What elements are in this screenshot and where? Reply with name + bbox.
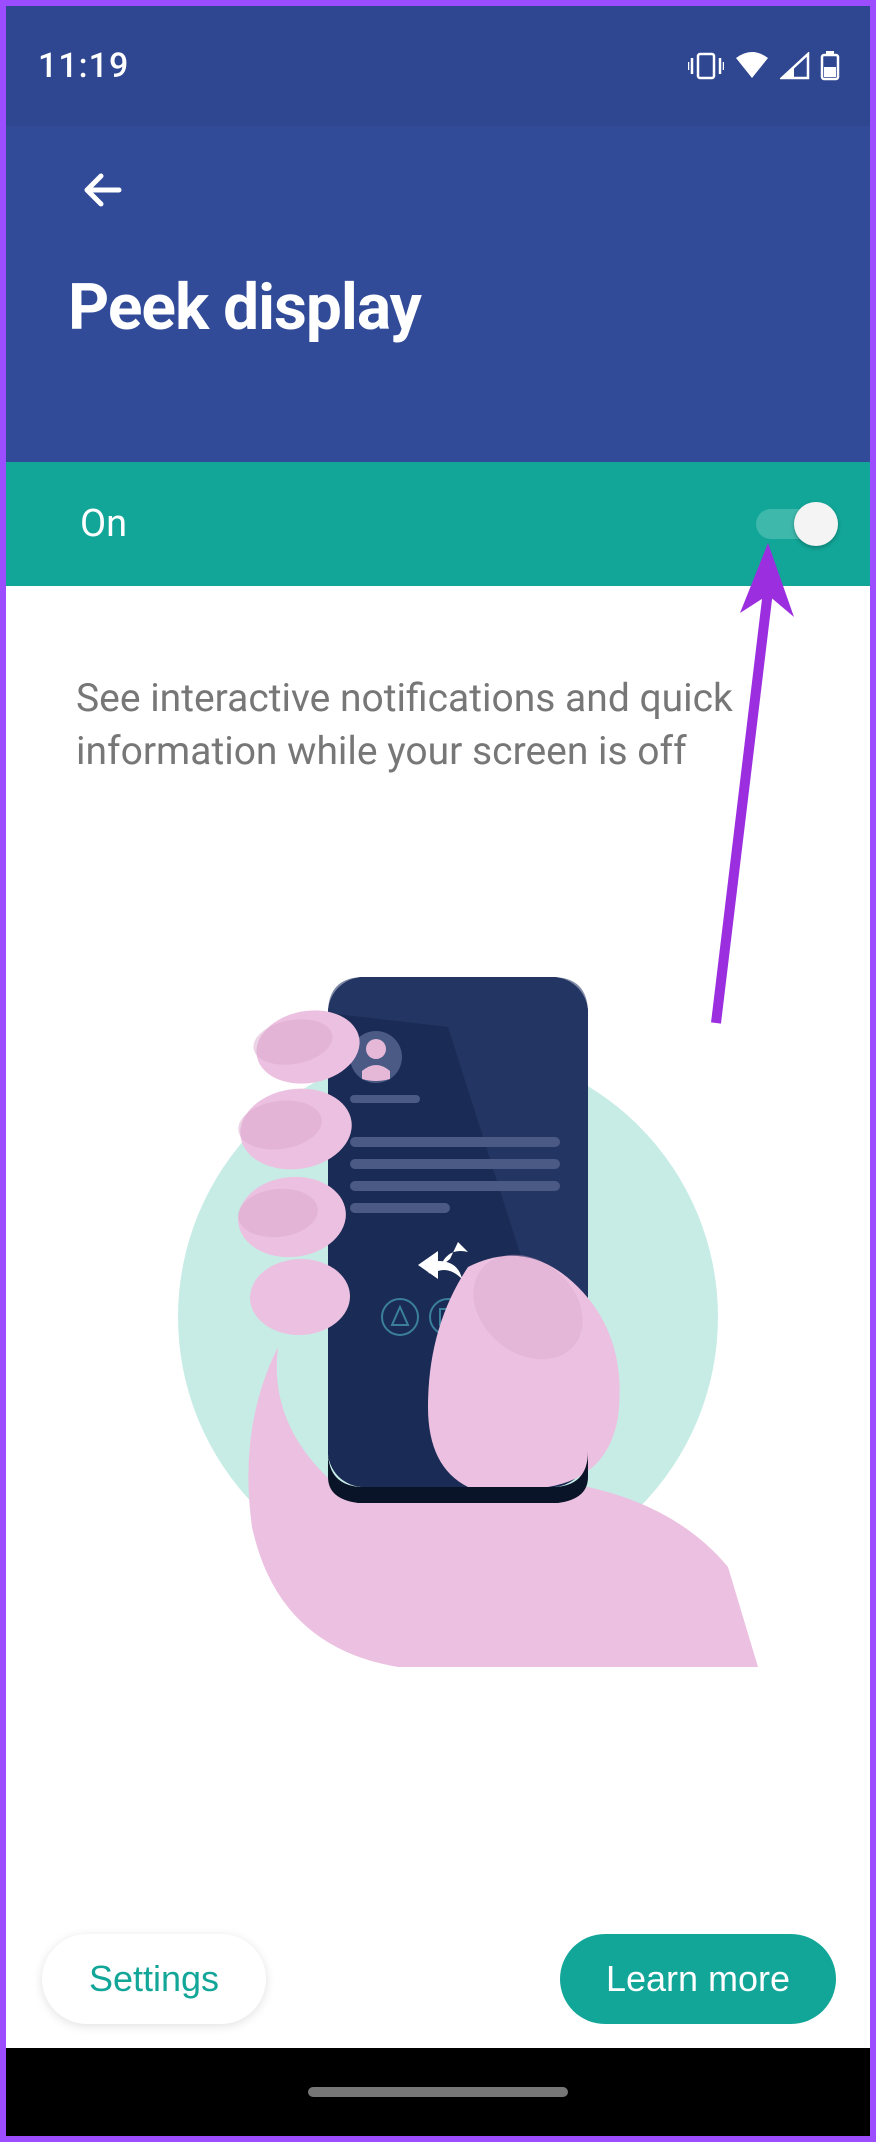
arrow-left-icon — [81, 167, 127, 213]
wifi-icon — [734, 52, 770, 80]
illustration — [76, 947, 800, 1667]
page-title: Peek display — [68, 270, 870, 345]
battery-icon — [820, 51, 840, 81]
settings-button[interactable]: Settings — [42, 1934, 266, 2024]
description-text: See interactive notifications and quick … — [76, 672, 800, 777]
bottom-button-row: Settings Learn more — [6, 1934, 870, 2024]
toggle-bar[interactable]: On — [6, 462, 870, 586]
back-button[interactable] — [74, 160, 134, 220]
status-bar: 11:19 — [6, 6, 870, 126]
signal-icon — [780, 52, 810, 80]
status-icons — [688, 51, 840, 81]
learn-more-button[interactable]: Learn more — [560, 1934, 836, 2024]
system-nav-bar — [6, 2048, 870, 2136]
toggle-switch[interactable] — [756, 502, 838, 546]
nav-home-pill[interactable] — [308, 2087, 568, 2097]
header: Peek display — [6, 126, 870, 462]
vibrate-icon — [688, 52, 724, 80]
content-body: See interactive notifications and quick … — [6, 586, 870, 2048]
status-time: 11:19 — [38, 46, 129, 86]
toggle-label: On — [80, 502, 127, 546]
